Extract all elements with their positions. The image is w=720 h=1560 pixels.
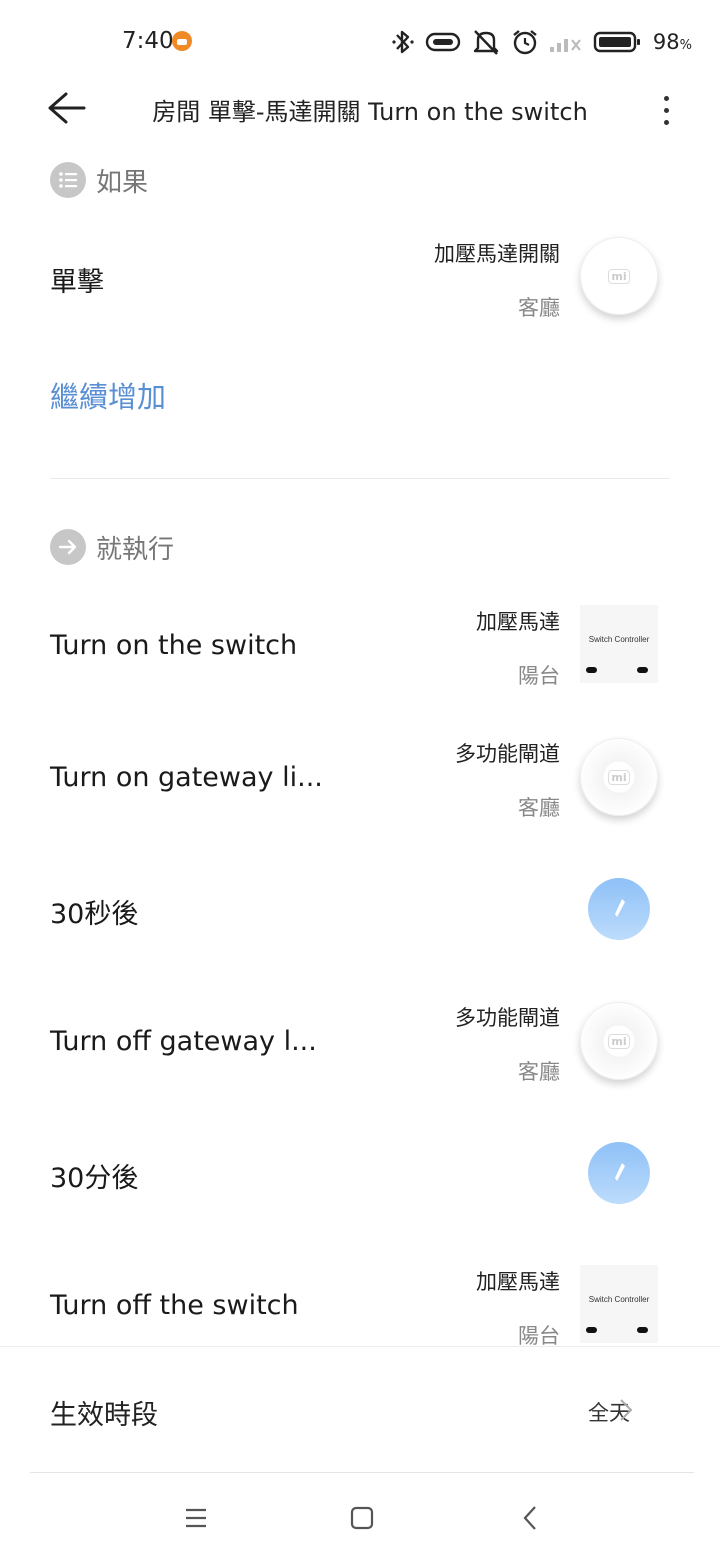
action-row[interactable]: Turn off the switch 加壓馬達 陽台 Switch Contr… [0,1252,720,1346]
delay-row[interactable]: 30秒後 [0,856,720,960]
battery-percent: 98% [652,30,692,54]
notification-app-icon [172,31,192,51]
link-icon [425,30,461,54]
more-dot-icon [664,108,669,113]
switch-controller-text: Switch Controller [588,1295,650,1304]
back-nav-button[interactable] [510,1502,550,1534]
menu-icon [186,1508,206,1528]
action-device-room: 陽台 [518,1324,560,1346]
status-icons: 98% [391,26,692,58]
wireless-switch-icon: mi [580,237,658,315]
action-device-name: 加壓馬達 [476,1270,560,1294]
switch-controller-icon: Switch Controller [580,605,658,683]
page-title: 房間 單擊-馬達開關 Turn on the switch [152,98,588,126]
condition-device-room: 客廳 [518,296,560,320]
chevron-right-icon [620,1399,633,1421]
action-device-room: 陽台 [518,664,560,688]
led-indicator [637,1327,648,1333]
timer-icon [588,1142,650,1204]
bluetooth-icon [391,28,415,56]
led-indicator [637,667,648,673]
action-label: Turn on gateway li... [50,762,323,793]
add-more-link[interactable]: 繼續增加 [50,374,166,416]
system-nav-bar [0,1474,720,1560]
more-dot-icon [664,96,669,101]
gateway-icon: mi [580,1002,658,1080]
action-label: Turn off the switch [50,1290,299,1321]
timer-icon [588,878,650,940]
action-device-name: 多功能閘道 [455,742,560,766]
more-dot-icon [664,120,669,125]
delay-label: 30秒後 [50,899,139,930]
alarm-icon [511,28,539,56]
status-bar: 7:40 98% [0,0,720,84]
home-button[interactable] [342,1502,382,1534]
switch-controller-text: Switch Controller [588,635,650,644]
action-device-room: 客廳 [518,1060,560,1084]
recent-apps-button[interactable] [176,1502,216,1534]
app-header: 房間 單擊-馬達開關 Turn on the switch [0,84,720,134]
action-row[interactable]: Turn off gateway l... 多功能閘道 客廳 mi [0,986,720,1096]
more-options-button[interactable] [652,88,682,132]
condition-row[interactable]: 單擊 加壓馬達開關 客廳 mi [0,222,720,332]
action-device-name: 加壓馬達 [476,610,560,634]
delay-row[interactable]: 30分後 [0,1120,720,1224]
led-indicator [586,667,597,673]
list-icon [50,162,86,198]
arrow-right-icon [50,529,86,565]
status-time: 7:40 [122,28,174,54]
action-label: Turn on the switch [50,630,298,661]
condition-device-name: 加壓馬達開關 [434,242,560,266]
mute-icon [471,28,501,56]
gateway-icon: mi [580,738,658,816]
switch-controller-icon: Switch Controller [580,1265,658,1343]
if-section-header: 如果 [50,161,148,199]
condition-label: 單擊 [50,267,104,298]
if-section-label: 如果 [96,167,149,198]
then-section-header: 就執行 [50,528,174,566]
section-divider [50,478,670,479]
led-indicator [586,1327,597,1333]
battery-icon [593,30,641,54]
then-section-label: 就執行 [96,534,175,565]
action-device-room: 客廳 [518,796,560,820]
chevron-left-icon [523,1506,536,1530]
effective-period-row[interactable]: 生效時段 全天 [0,1346,720,1474]
square-icon [350,1506,374,1530]
action-row[interactable]: Turn on the switch 加壓馬達 陽台 Switch Contro… [0,592,720,702]
signal-icon [549,30,583,54]
action-label: Turn off gateway l... [50,1026,317,1057]
bottom-divider [30,1472,694,1473]
back-button[interactable] [44,88,90,128]
delay-label: 30分後 [50,1163,139,1194]
arrow-left-icon [48,92,86,124]
action-device-name: 多功能閘道 [455,1006,560,1030]
effective-period-label: 生效時段 [50,1400,158,1431]
action-row[interactable]: Turn on gateway li... 多功能閘道 客廳 mi [0,722,720,832]
